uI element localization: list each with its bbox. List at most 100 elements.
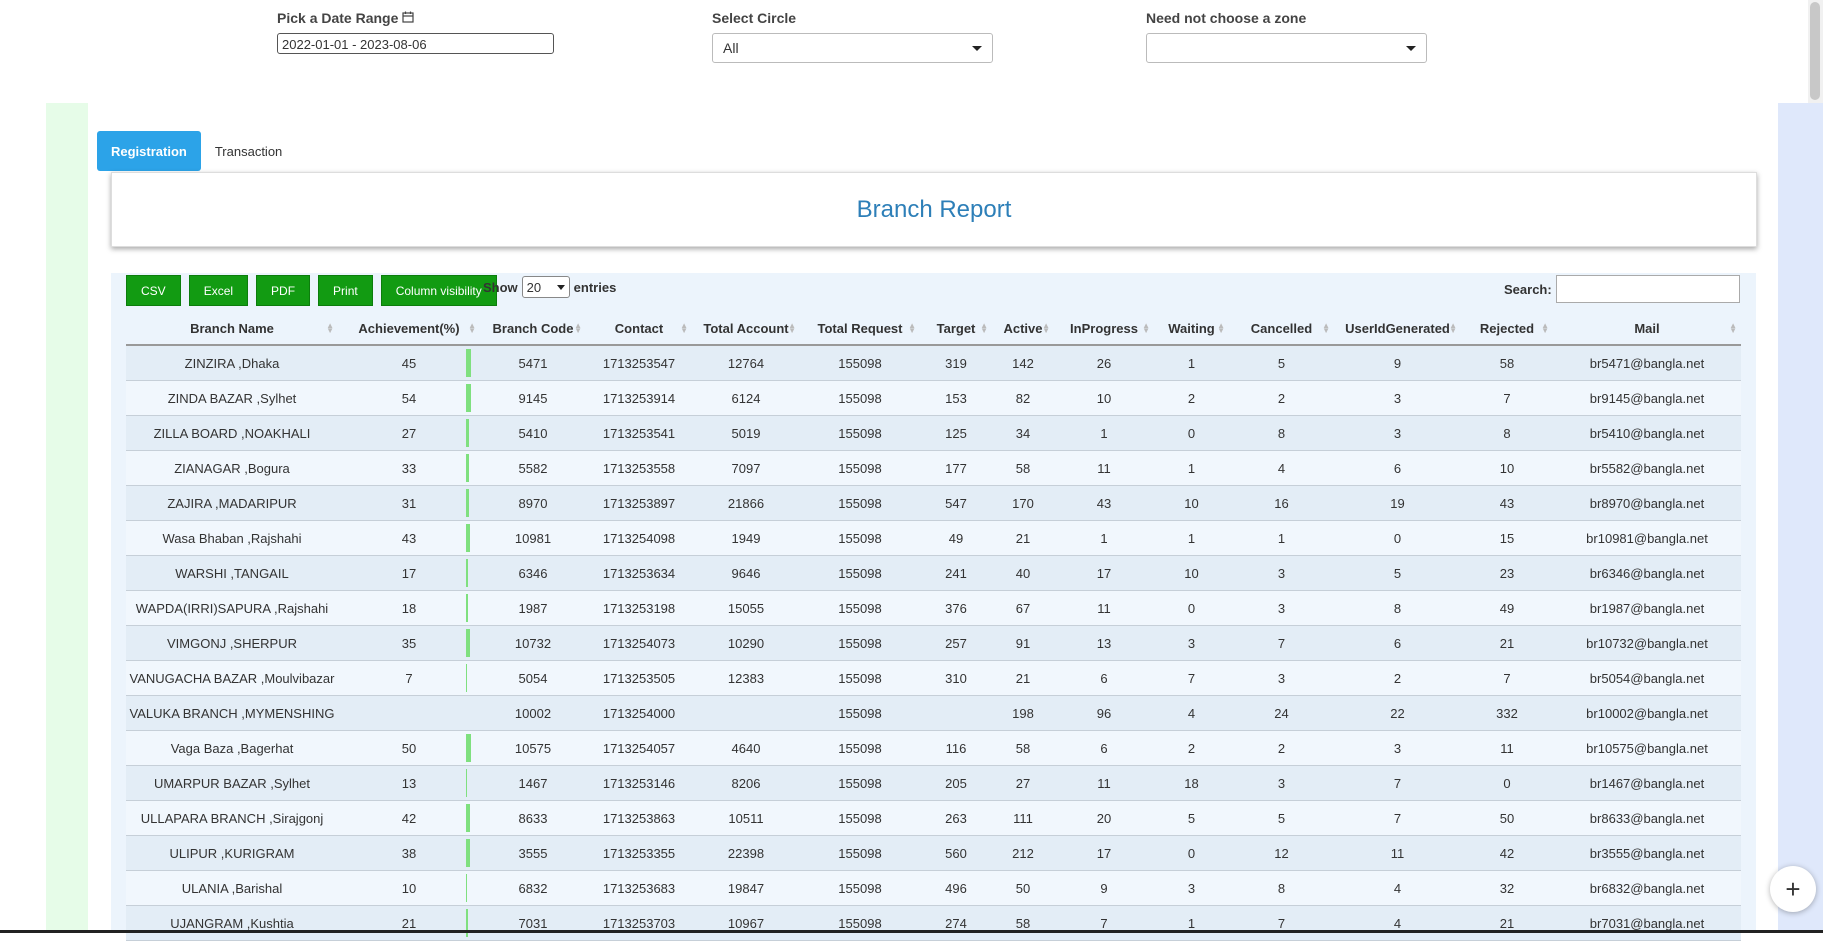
- table-cell: 7097: [692, 450, 800, 486]
- table-cell: br9145@bangla.net: [1553, 380, 1741, 416]
- cell-value: 2: [1187, 740, 1196, 756]
- date-range-input[interactable]: 2022-01-01 - 2023-08-06: [277, 33, 554, 54]
- cell-value: UMARPUR BAZAR ,Sylhet: [153, 775, 311, 791]
- achievement-bar: [466, 454, 469, 482]
- table-cell: 1: [1154, 905, 1229, 941]
- table-cell: Vaga Baza ,Bagerhat: [126, 730, 338, 766]
- table-cell: Wasa Bhaban ,Rajshahi: [126, 520, 338, 556]
- table-cell: 33: [338, 450, 480, 486]
- column-header[interactable]: Total Account ▲ ▼: [692, 312, 800, 346]
- csv-button[interactable]: CSV: [126, 275, 181, 306]
- tab-transaction[interactable]: Transaction: [201, 131, 296, 171]
- cell-value: 7: [1187, 670, 1196, 686]
- cell-value: 58: [1015, 460, 1031, 476]
- table-cell: 153: [920, 380, 992, 416]
- column-header[interactable]: Target ▲ ▼: [920, 312, 992, 346]
- cell-value: 3: [1277, 775, 1286, 791]
- achievement-bar: [466, 664, 467, 692]
- table-cell: 6: [1054, 730, 1154, 766]
- column-header[interactable]: InProgress ▲ ▼: [1054, 312, 1154, 346]
- column-header[interactable]: Achievement(%) ▲ ▼: [338, 312, 480, 346]
- table-cell: 42: [338, 800, 480, 836]
- column-visibility-button[interactable]: Column visibility: [380, 275, 497, 306]
- add-button[interactable]: +: [1770, 866, 1816, 912]
- table-cell: 0: [1461, 765, 1553, 801]
- column-header[interactable]: UserIdGenerated ▲ ▼: [1334, 312, 1461, 346]
- table-cell: 6: [1334, 625, 1461, 661]
- table-cell: 496: [920, 870, 992, 906]
- right-blank: [1778, 0, 1808, 103]
- cell-value: 10575: [514, 740, 552, 756]
- table-cell: 1713253146: [586, 765, 692, 801]
- table-cell: ZILLA BOARD ,NOAKHALI: [126, 415, 338, 451]
- cell-value: br5582@bangla.net: [1589, 460, 1705, 476]
- chevron-down-icon: [556, 284, 565, 290]
- table-cell: 170: [992, 485, 1054, 521]
- table-cell: 198: [992, 695, 1054, 731]
- cell-value: 155098: [838, 425, 882, 441]
- excel-button[interactable]: Excel: [188, 275, 249, 306]
- table-cell: 1713253355: [586, 835, 692, 871]
- table-cell: 6: [1334, 450, 1461, 486]
- column-header[interactable]: Contact ▲ ▼: [586, 312, 692, 346]
- pdf-button[interactable]: PDF: [256, 275, 311, 306]
- cell-value: 1713254000: [602, 705, 676, 721]
- cell-value: br6832@bangla.net: [1589, 880, 1705, 896]
- column-header[interactable]: Rejected ▲ ▼: [1461, 312, 1553, 346]
- print-button[interactable]: Print: [318, 275, 373, 306]
- table-row: VIMGONJ ,SHERPUR 35 10732 1713254073 10290 15…: [126, 625, 1741, 661]
- table-cell: 1: [1154, 345, 1229, 381]
- table-cell: 1987: [480, 590, 586, 626]
- table-cell: 20: [1054, 800, 1154, 836]
- table-cell: 6346: [480, 555, 586, 591]
- cell-value: 15: [1499, 530, 1515, 546]
- zone-select[interactable]: [1146, 33, 1427, 63]
- column-header-label: Branch Name: [190, 320, 274, 336]
- table-cell: 10511: [692, 800, 800, 836]
- column-header[interactable]: Branch Code ▲ ▼: [480, 312, 586, 346]
- cell-value: 1713253505: [602, 670, 676, 686]
- cell-value: 5410: [518, 425, 548, 441]
- column-header[interactable]: Branch Name ▲ ▼: [126, 312, 338, 346]
- column-header[interactable]: Cancelled ▲ ▼: [1229, 312, 1334, 346]
- page-length-select[interactable]: 20: [521, 276, 570, 298]
- cell-value: 8: [1277, 880, 1286, 896]
- cell-value: 49: [1499, 600, 1515, 616]
- cell-value: 21: [401, 915, 417, 931]
- show-label: Show: [483, 279, 518, 295]
- cell-value: 6124: [731, 390, 761, 406]
- cell-value: UJANGRAM ,Kushtia: [170, 915, 294, 931]
- cell-value: 7: [1393, 810, 1402, 826]
- cell-value: 0: [1187, 600, 1196, 616]
- column-header[interactable]: Mail ▲ ▼: [1553, 312, 1741, 346]
- scrollbar-thumb[interactable]: [1810, 2, 1820, 100]
- search-input[interactable]: [1555, 275, 1740, 303]
- cell-value: 58: [1015, 740, 1031, 756]
- column-header[interactable]: Active ▲ ▼: [992, 312, 1054, 346]
- table-cell: 1713254000: [586, 695, 692, 731]
- cell-value: 19847: [727, 880, 765, 896]
- table-cell: 0: [1154, 415, 1229, 451]
- sort-icon: ▲ ▼: [468, 321, 476, 335]
- table-search: Search:: [1504, 275, 1740, 303]
- cell-value: 1713253558: [602, 460, 676, 476]
- table-cell: 547: [920, 485, 992, 521]
- cell-value: 96: [1096, 705, 1112, 721]
- table-cell: 2: [1154, 380, 1229, 416]
- column-header[interactable]: Waiting ▲ ▼: [1154, 312, 1229, 346]
- sort-icon: ▲ ▼: [1217, 321, 1225, 335]
- column-header[interactable]: Total Request ▲ ▼: [800, 312, 920, 346]
- table-cell: 2: [1334, 660, 1461, 696]
- table-cell: 12764: [692, 345, 800, 381]
- cell-value: 50: [1015, 880, 1031, 896]
- cell-value: 10: [401, 880, 417, 896]
- cell-value: 177: [945, 460, 967, 476]
- cell-value: 10981: [514, 530, 552, 546]
- table-row: UMARPUR BAZAR ,Sylhet 13 1467 1713253146 820…: [126, 765, 1741, 801]
- cell-value: 1713253146: [602, 775, 676, 791]
- circle-select[interactable]: All: [712, 33, 993, 63]
- cell-value: 1713253355: [602, 845, 676, 861]
- tab-registration[interactable]: Registration: [97, 131, 201, 171]
- cell-value: 9145: [518, 390, 548, 406]
- table-cell: 8: [1461, 415, 1553, 451]
